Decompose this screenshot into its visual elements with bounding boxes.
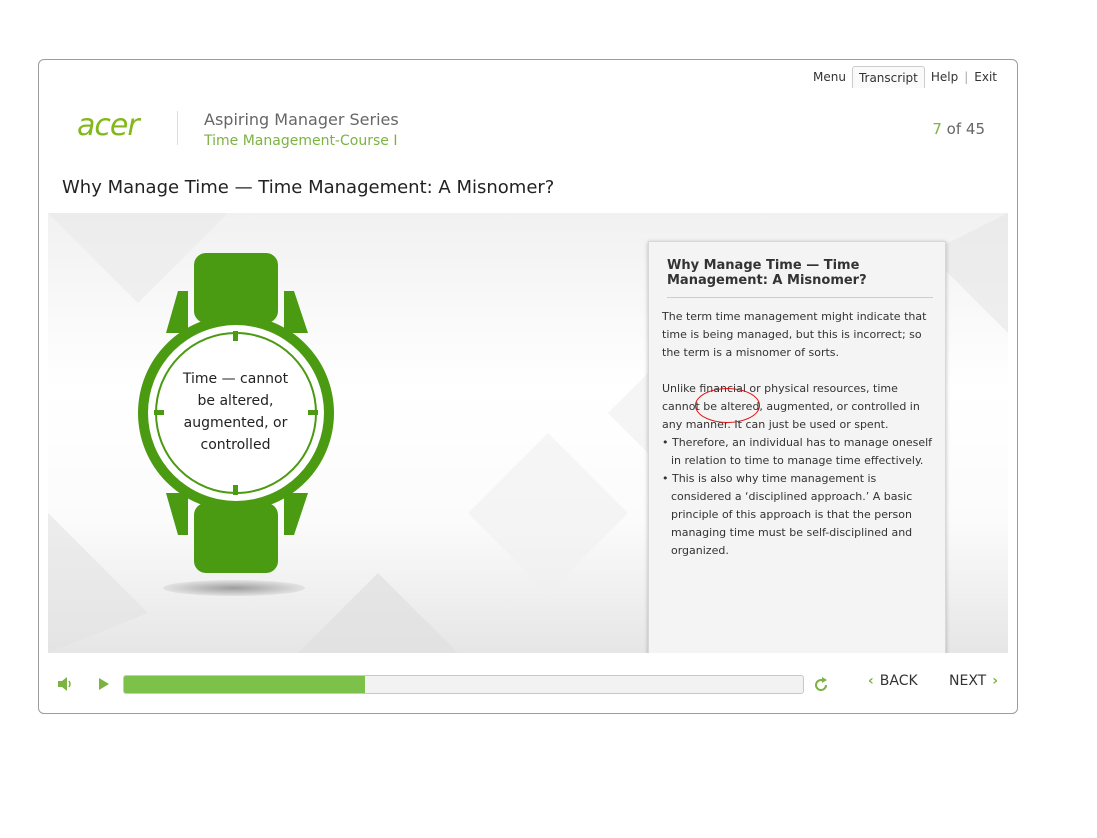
- progress-fill: [124, 676, 366, 693]
- series-title: Aspiring Manager Series: [204, 110, 399, 129]
- transcript-title: Why Manage Time — Time Management: A Mis…: [667, 258, 867, 288]
- course-title: Time Management-Course I: [204, 133, 398, 149]
- page-total: of 45: [941, 120, 985, 138]
- logo-divider: [177, 111, 178, 145]
- back-button[interactable]: ‹ BACK: [868, 673, 918, 689]
- watch-shadow: [163, 580, 305, 596]
- chevron-right-icon: ›: [992, 673, 998, 689]
- page-counter: 7 of 45: [932, 120, 985, 138]
- next-button[interactable]: NEXT ›: [949, 673, 998, 689]
- transcript-panel[interactable]: Why Manage Time — Time Management: A Mis…: [648, 241, 946, 653]
- annotation-circle: [695, 388, 760, 423]
- slide-stage: Time — cannot be altered, augmented, or …: [48, 213, 1008, 653]
- player-controls: ‹ BACK NEXT ›: [39, 665, 1017, 705]
- watch-caption: Time — cannot be altered, augmented, or …: [182, 371, 289, 453]
- next-label: NEXT: [949, 673, 987, 689]
- volume-icon[interactable]: [57, 677, 73, 691]
- transcript-bullet-2: • This is also why time management is co…: [662, 472, 913, 557]
- transcript-tab[interactable]: Transcript: [851, 66, 925, 88]
- exit-link[interactable]: Exit: [968, 66, 1003, 88]
- play-icon[interactable]: [98, 677, 110, 691]
- acer-logo: acer: [77, 108, 140, 143]
- page-current: 7: [932, 120, 942, 138]
- top-nav: Menu Transcript Help | Exit: [807, 66, 1003, 88]
- transcript-bullets: • Therefore, an individual has to manage…: [662, 434, 932, 560]
- transcript-paragraph-1: The term time management might indicate …: [662, 310, 927, 359]
- replay-icon[interactable]: [812, 676, 830, 694]
- menu-tab[interactable]: Menu: [807, 66, 852, 88]
- transcript-bullet-1: • Therefore, an individual has to manage…: [662, 436, 933, 467]
- transcript-divider: [667, 297, 933, 298]
- player-frame: Menu Transcript Help | Exit acer Aspirin…: [38, 59, 1018, 714]
- transcript-body: The term time management might indicate …: [662, 308, 932, 560]
- progress-bar[interactable]: [123, 675, 804, 694]
- help-link[interactable]: Help: [925, 66, 964, 88]
- back-label: BACK: [879, 673, 918, 689]
- chevron-left-icon: ‹: [868, 673, 874, 689]
- slide-title: Why Manage Time — Time Management: A Mis…: [62, 177, 555, 198]
